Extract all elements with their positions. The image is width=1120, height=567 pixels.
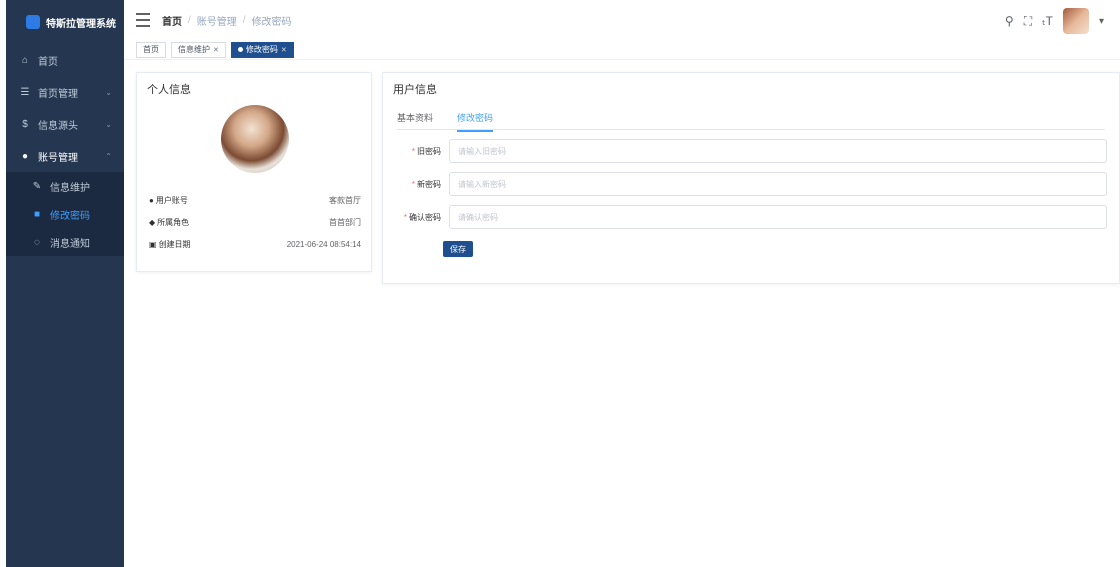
sidebar-item-home[interactable]: ⌂ 首页: [6, 44, 124, 76]
tag-home[interactable]: 首页: [136, 41, 166, 58]
info-label-text: 用户账号: [155, 196, 188, 205]
sidebar-item-notifications[interactable]: ◌ 消息通知: [6, 228, 124, 256]
user-icon: ●: [21, 150, 29, 162]
logo-icon: [26, 15, 40, 29]
profile-card-title: 个人信息: [147, 84, 191, 96]
breadcrumb-account: 账号管理: [196, 16, 237, 28]
breadcrumb-separator: /: [242, 14, 246, 26]
navbar: 首页 / 账号管理 / 修改密码 ⚲ ⛶ ₜT ▾: [124, 0, 1120, 40]
sidebar-item-label: 信息源头: [38, 120, 78, 132]
tags-view: 首页 信息维护 ✕ 修改密码 ✕: [124, 40, 1120, 60]
sidebar-item-label: 首页: [38, 56, 58, 68]
app-title: 特斯拉管理系统: [46, 18, 116, 30]
tag-label: 首页: [143, 45, 159, 54]
field-label-text: 新密码: [417, 179, 441, 189]
profile-card: 个人信息 ● 用户账号 客款首厅 ◆ 所属角色 首首部门 ▣ 创建日期 2021…: [136, 72, 372, 272]
form-row-old-password: * 旧密码: [397, 139, 1107, 163]
save-button[interactable]: 保存: [443, 241, 473, 257]
user-info-card: 用户信息 基本资料 修改密码 * 旧密码 * 新密码 * 确认密码 保存: [382, 72, 1120, 284]
confirm-password-label: * 确认密码: [397, 212, 449, 223]
search-icon[interactable]: ⚲: [1005, 14, 1014, 28]
info-label-text: 所属角色: [157, 218, 190, 227]
profile-avatar[interactable]: [221, 105, 289, 173]
confirm-password-field[interactable]: [449, 205, 1107, 229]
tag-label: 修改密码: [245, 45, 278, 54]
tag-info-maintain[interactable]: 信息维护 ✕: [171, 41, 226, 58]
info-value: 客款首厅: [329, 196, 361, 205]
info-label-text: 创建日期: [158, 240, 191, 249]
required-mark: *: [403, 212, 407, 222]
menu-toggle-icon[interactable]: [136, 13, 150, 27]
brand: 特斯拉管理系统: [6, 0, 124, 44]
tag-label: 信息维护: [178, 45, 210, 54]
edit-icon: ✎: [32, 180, 42, 192]
lock-icon: ■: [33, 208, 41, 220]
info-value: 2021-06-24 08:54:14: [286, 240, 361, 249]
info-label: ▣ 创建日期: [149, 239, 191, 250]
user-info-card-title: 用户信息: [393, 84, 437, 96]
sidebar-submenu-account: ✎ 信息维护 ■ 修改密码 ◌ 消息通知: [6, 172, 124, 256]
sidebar-item-label: 修改密码: [50, 210, 90, 222]
tag-change-password[interactable]: 修改密码 ✕: [230, 41, 294, 58]
old-password-field[interactable]: [449, 139, 1107, 163]
form-row-new-password: * 新密码: [397, 172, 1107, 196]
sidebar-item-label: 账号管理: [38, 152, 78, 164]
sidebar: 特斯拉管理系统 ⌂ 首页 ☰ 首页管理 ⌄ $ 信息源头 ⌄ ● 账号管理 ⌃ …: [6, 0, 124, 567]
field-label-text: 旧密码: [417, 146, 441, 156]
sidebar-item-home-management[interactable]: ☰ 首页管理 ⌄: [6, 76, 124, 108]
info-label: ● 用户账号: [149, 195, 188, 206]
sidebar-item-label: 信息维护: [50, 182, 90, 194]
role-icon: ◆: [149, 218, 156, 227]
required-mark: *: [411, 146, 415, 156]
avatar[interactable]: [1062, 8, 1089, 34]
breadcrumb: 首页 / 账号管理 / 修改密码: [162, 13, 292, 28]
chevron-down-icon: ⌄: [105, 87, 112, 97]
navbar-actions: ⚲ ⛶ ₜT ▾: [1005, 8, 1104, 34]
chevron-down-icon: ⌄: [105, 119, 112, 129]
fullscreen-icon[interactable]: ⛶: [1024, 14, 1032, 29]
list-icon: ☰: [20, 86, 30, 98]
tabs-divider: [397, 129, 1105, 130]
bell-icon: ◌: [34, 236, 40, 248]
info-value: 首首部门: [329, 218, 361, 227]
caret-down-icon[interactable]: ▾: [1099, 16, 1104, 27]
calendar-icon: ▣: [149, 240, 157, 249]
field-label-text: 确认密码: [409, 212, 441, 222]
app-root: 特斯拉管理系统 ⌂ 首页 ☰ 首页管理 ⌄ $ 信息源头 ⌄ ● 账号管理 ⌃ …: [0, 0, 1120, 567]
sidebar-item-info-maintain[interactable]: ✎ 信息维护: [6, 172, 124, 200]
new-password-label: * 新密码: [397, 179, 449, 190]
chevron-up-icon: ⌃: [105, 151, 112, 161]
sidebar-item-label: 首页管理: [38, 88, 78, 100]
info-row-created: ▣ 创建日期 2021-06-24 08:54:14: [149, 239, 361, 250]
info-row-account: ● 用户账号 客款首厅: [149, 195, 361, 206]
dollar-icon: $: [22, 118, 28, 130]
close-icon[interactable]: ✕: [281, 46, 287, 54]
user-icon: ●: [149, 196, 154, 205]
info-row-role: ◆ 所属角色 首首部门: [149, 217, 361, 228]
home-icon: ⌂: [21, 54, 29, 66]
sidebar-item-change-password[interactable]: ■ 修改密码: [6, 200, 124, 228]
close-icon[interactable]: ✕: [213, 46, 219, 54]
sidebar-item-info-source[interactable]: $ 信息源头 ⌄: [6, 108, 124, 140]
active-dot-icon: [237, 47, 243, 52]
font-size-icon[interactable]: ₜT: [1042, 14, 1053, 28]
breadcrumb-separator: /: [188, 14, 191, 26]
old-password-label: * 旧密码: [397, 146, 449, 157]
sidebar-item-label: 消息通知: [50, 238, 90, 250]
breadcrumb-current: 修改密码: [251, 16, 292, 28]
breadcrumb-home[interactable]: 首页: [162, 13, 182, 28]
new-password-field[interactable]: [449, 172, 1107, 196]
sidebar-item-account[interactable]: ● 账号管理 ⌃: [6, 140, 124, 172]
required-mark: *: [411, 179, 415, 189]
info-label: ◆ 所属角色: [149, 217, 189, 228]
form-row-confirm-password: * 确认密码: [397, 205, 1107, 229]
